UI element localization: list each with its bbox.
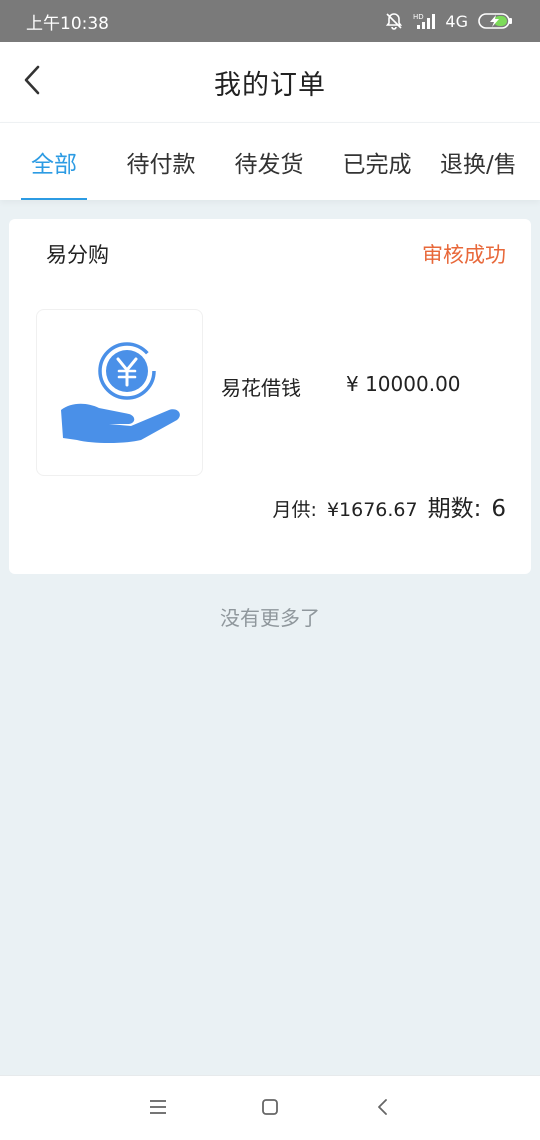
shop-name: 易分购	[46, 243, 109, 267]
bell-off-icon	[385, 12, 403, 30]
tab-pending-shipment[interactable]: 待发货	[226, 123, 312, 200]
active-tab-indicator	[21, 198, 87, 200]
home-button[interactable]	[255, 1096, 285, 1122]
status-bar: 上午10:38 HD 4G	[0, 0, 540, 42]
tab-return-exchange[interactable]: 退换/售	[440, 123, 540, 200]
order-card[interactable]: 易分购 审核成功 易花借钱 ¥ 10000.00 月供: ¥1676.67 期数…	[9, 219, 531, 574]
monthly-payment-value: ¥1676.67	[326, 499, 418, 521]
back-button[interactable]	[12, 60, 52, 104]
menu-button[interactable]	[143, 1096, 173, 1122]
product-thumbnail	[36, 309, 203, 476]
monthly-payment-label: 月供:	[272, 499, 317, 521]
no-more-text: 没有更多了	[220, 606, 320, 630]
menu-icon	[149, 1099, 167, 1119]
svg-text:HD: HD	[413, 13, 424, 21]
product-price: ¥ 10000.00	[346, 372, 461, 396]
nav-bar: 我的订单	[0, 42, 540, 122]
system-nav-bar	[0, 1075, 540, 1140]
system-back-button[interactable]	[368, 1096, 398, 1122]
chevron-left-icon	[21, 64, 43, 100]
tab-pending-payment[interactable]: 待付款	[118, 123, 204, 200]
network-type: 4G	[445, 11, 468, 31]
installment-info: 月供: ¥1676.67 期数: 6	[273, 489, 506, 523]
battery-charging-icon	[478, 12, 514, 30]
hd-signal-icon: HD	[413, 12, 436, 30]
page-title: 我的订单	[214, 69, 326, 101]
product-name: 易花借钱	[221, 376, 301, 400]
back-chevron-icon	[376, 1098, 390, 1120]
period-label: 期数:	[427, 496, 482, 522]
hand-yuan-coin-icon	[37, 310, 204, 481]
home-square-icon	[261, 1098, 279, 1120]
status-icons: HD 4G	[385, 12, 514, 31]
tab-all[interactable]: 全部	[22, 123, 86, 200]
status-time: 上午10:38	[26, 13, 109, 34]
order-tabs: 全部 待付款 待发货 已完成 退换/售	[0, 122, 540, 200]
period-value: 6	[491, 496, 506, 522]
tab-completed[interactable]: 已完成	[334, 123, 420, 200]
order-status: 审核成功	[422, 243, 506, 267]
